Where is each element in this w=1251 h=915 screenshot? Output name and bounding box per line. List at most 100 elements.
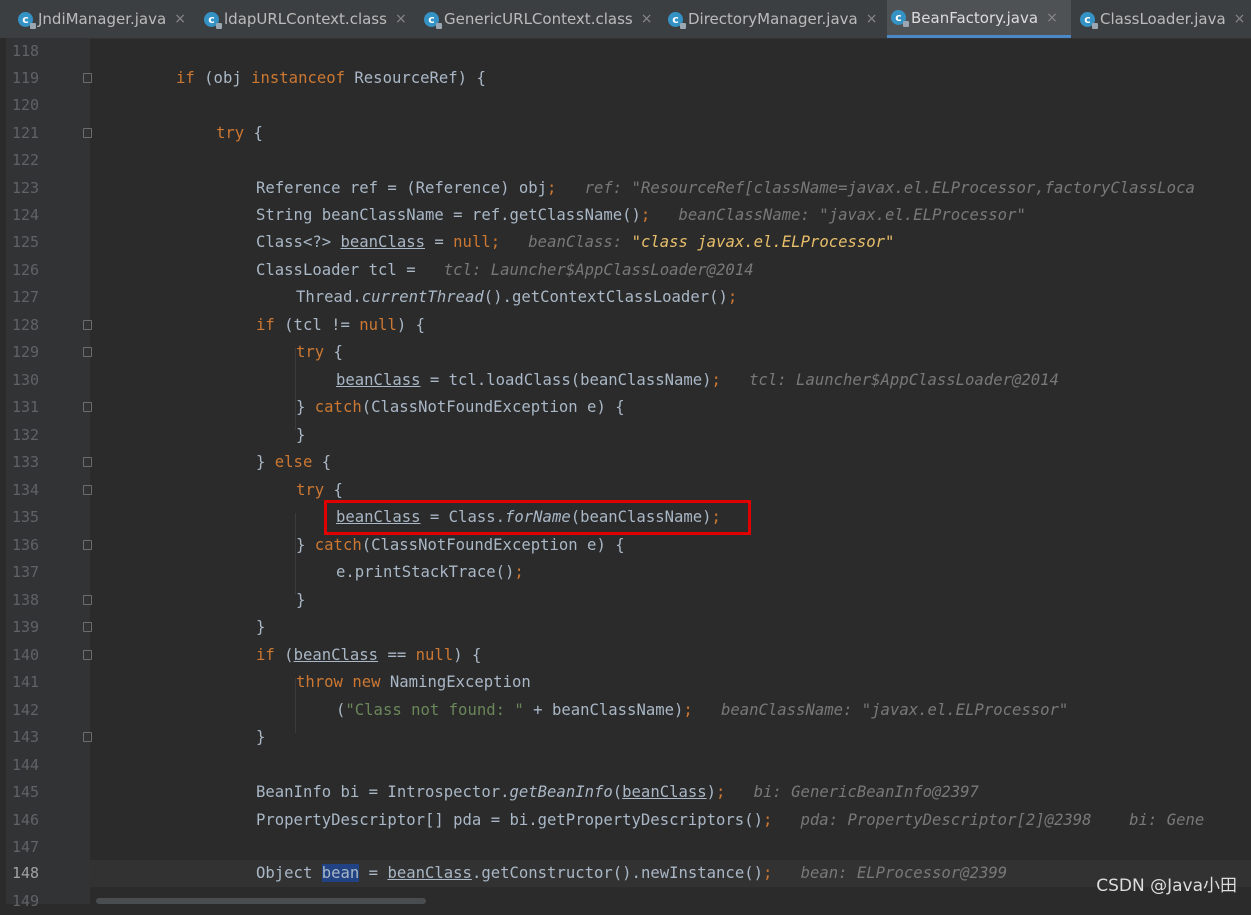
code-editor[interactable]: 118 119 if (obj instanceof ResourceRef) … bbox=[12, 38, 1251, 910]
class-file-icon: c bbox=[424, 11, 442, 29]
line-number: 121 bbox=[12, 124, 40, 142]
code-line: 131 } catch(ClassNotFoundException e) { bbox=[12, 394, 1251, 421]
code-line-current: 148 Object bean = beanClass.getConstruct… bbox=[12, 860, 1251, 887]
code-text: try { bbox=[296, 343, 343, 361]
line-number: 128 bbox=[12, 316, 40, 334]
line-number: 146 bbox=[12, 811, 40, 829]
code-line: 133 } else { bbox=[12, 449, 1251, 476]
line-number: 147 bbox=[12, 838, 40, 856]
tab-beanfactory[interactable]: c BeanFactory.java × bbox=[887, 0, 1071, 38]
selected-identifier: bean bbox=[321, 864, 360, 882]
line-number: 139 bbox=[12, 618, 40, 636]
tab-label: ldapURLContext.class bbox=[224, 10, 387, 28]
line-number: 122 bbox=[12, 151, 40, 169]
close-icon[interactable]: × bbox=[174, 11, 186, 27]
watermark: CSDN @Java小田 bbox=[1096, 876, 1237, 896]
line-number: 135 bbox=[12, 508, 40, 526]
fold-icon[interactable] bbox=[83, 650, 92, 660]
horizontal-scrollbar[interactable] bbox=[96, 898, 426, 904]
code-text: } bbox=[296, 591, 306, 609]
line-number: 126 bbox=[12, 261, 40, 279]
line-number: 136 bbox=[12, 536, 40, 554]
line-number: 124 bbox=[12, 206, 40, 224]
code-text: PropertyDescriptor[] pda = bi.getPropert… bbox=[256, 811, 1205, 829]
debug-inline-value: bi: Gene bbox=[1129, 811, 1205, 829]
line-number: 129 bbox=[12, 343, 40, 361]
code-text: BeanInfo bi = Introspector.getBeanInfo(b… bbox=[256, 783, 979, 801]
class-file-icon: c bbox=[891, 10, 909, 27]
code-text: Object bean = beanClass.getConstructor()… bbox=[256, 864, 1008, 882]
code-line: 125 Class<?> beanClass = null; beanClass… bbox=[12, 229, 1251, 256]
line-number: 123 bbox=[12, 179, 40, 197]
fold-icon[interactable] bbox=[83, 73, 92, 83]
editor-tab-bar: c JndiManager.java × c ldapURLContext.cl… bbox=[0, 0, 1251, 39]
code-line: 122 bbox=[12, 147, 1251, 174]
highlight-annotation-box bbox=[324, 500, 751, 535]
code-text: ("Class not found: " + beanClassName); b… bbox=[336, 701, 1069, 719]
code-text: } bbox=[296, 426, 306, 444]
fold-icon[interactable] bbox=[83, 595, 92, 605]
fold-icon[interactable] bbox=[83, 732, 92, 742]
debug-inline-value: tcl: Launcher$AppClassLoader@2014 bbox=[443, 261, 754, 279]
code-line: 139 } bbox=[12, 614, 1251, 641]
code-text: beanClass = tcl.loadClass(beanClassName)… bbox=[336, 371, 1059, 389]
code-text: if (tcl != null) { bbox=[256, 316, 426, 334]
debug-inline-value: ref: "ResourceRef[className=javax.el.ELP… bbox=[584, 179, 1195, 197]
tab-label: BeanFactory.java bbox=[911, 8, 1039, 27]
fold-icon[interactable] bbox=[83, 402, 92, 412]
code-text: Thread.currentThread().getContextClassLo… bbox=[296, 288, 738, 306]
code-line: 132 } bbox=[12, 422, 1251, 449]
code-line: 146 PropertyDescriptor[] pda = bi.getPro… bbox=[12, 807, 1251, 834]
close-icon[interactable]: × bbox=[1234, 11, 1246, 27]
line-number: 137 bbox=[12, 563, 40, 581]
tab-label: GenericURLContext.class bbox=[444, 10, 633, 28]
line-number: 138 bbox=[12, 591, 40, 609]
code-line: 120 bbox=[12, 92, 1251, 119]
line-number: 140 bbox=[12, 646, 40, 664]
line-number: 120 bbox=[12, 96, 40, 114]
fold-icon[interactable] bbox=[83, 622, 92, 632]
gutter-edge bbox=[0, 38, 6, 904]
tab-genericurlcontext[interactable]: c GenericURLContext.class × bbox=[420, 0, 652, 38]
code-line: 121 try { bbox=[12, 120, 1251, 147]
line-number: 142 bbox=[12, 701, 40, 719]
line-number: 132 bbox=[12, 426, 40, 444]
tab-jndimanager[interactable]: c JndiManager.java × bbox=[14, 0, 186, 38]
code-line: 143 } bbox=[12, 724, 1251, 751]
line-number: 144 bbox=[12, 756, 40, 774]
code-text: if (beanClass == null) { bbox=[256, 646, 482, 664]
code-line: 144 bbox=[12, 752, 1251, 779]
code-line: 119 if (obj instanceof ResourceRef) { bbox=[12, 65, 1251, 92]
code-text: throw new NamingException bbox=[296, 673, 531, 691]
close-icon[interactable]: × bbox=[641, 11, 653, 27]
tab-ldapurlcontext[interactable]: c ldapURLContext.class × bbox=[200, 0, 407, 38]
tab-label: ClassLoader.java bbox=[1100, 10, 1226, 28]
code-text: } catch(ClassNotFoundException e) { bbox=[296, 536, 625, 554]
code-line: 130 beanClass = tcl.loadClass(beanClassN… bbox=[12, 367, 1251, 394]
fold-icon[interactable] bbox=[83, 457, 92, 467]
code-line: 140 if (beanClass == null) { bbox=[12, 642, 1251, 669]
class-file-icon: c bbox=[18, 11, 36, 29]
fold-icon[interactable] bbox=[83, 347, 92, 357]
fold-icon[interactable] bbox=[83, 540, 92, 550]
fold-icon[interactable] bbox=[83, 485, 92, 495]
tab-classloader[interactable]: c ClassLoader.java × bbox=[1076, 0, 1245, 38]
code-line: 137 e.printStackTrace(); bbox=[12, 559, 1251, 586]
close-icon[interactable]: × bbox=[1046, 10, 1058, 26]
line-number: 148 bbox=[12, 864, 40, 882]
code-text: Reference ref = (Reference) obj; ref: "R… bbox=[256, 179, 1195, 197]
code-text: String beanClassName = ref.getClassName(… bbox=[256, 206, 1026, 224]
code-text: } bbox=[256, 618, 266, 636]
fold-icon[interactable] bbox=[83, 320, 92, 330]
code-line: 124 String beanClassName = ref.getClassN… bbox=[12, 202, 1251, 229]
debug-inline-value: pda: PropertyDescriptor[2]@2398 bbox=[800, 811, 1092, 829]
class-file-icon: c bbox=[668, 11, 686, 29]
line-number: 127 bbox=[12, 288, 40, 306]
close-icon[interactable]: × bbox=[866, 11, 878, 27]
class-file-icon: c bbox=[1080, 11, 1098, 29]
code-line: 127 Thread.currentThread().getContextCla… bbox=[12, 284, 1251, 311]
class-file-icon: c bbox=[204, 11, 222, 29]
fold-icon[interactable] bbox=[83, 128, 92, 138]
close-icon[interactable]: × bbox=[395, 11, 407, 27]
tab-directorymanager[interactable]: c DirectoryManager.java × bbox=[664, 0, 877, 38]
